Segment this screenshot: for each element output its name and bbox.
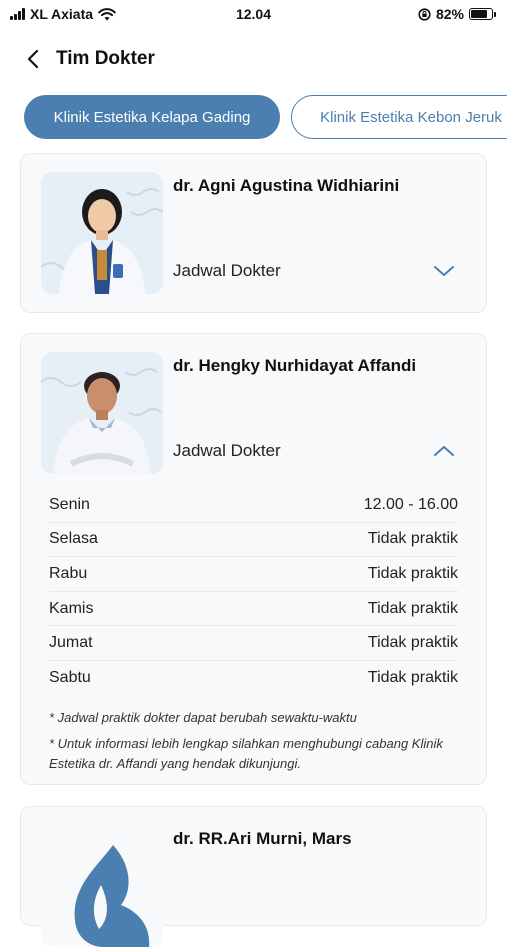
clinic-tabs: Klinik Estetika Kelapa Gading Klinik Est… <box>0 95 507 141</box>
schedule-time: 12.00 - 16.00 <box>363 495 458 513</box>
battery-fill <box>471 10 488 18</box>
schedule-label: Jadwal Dokter <box>173 261 281 280</box>
battery-icon <box>469 8 496 20</box>
schedule-time: Tidak praktik <box>367 669 458 687</box>
doctor-photo <box>41 352 163 474</box>
schedule-row: Sabtu Tidak praktik <box>49 661 458 696</box>
schedule-toggle[interactable]: Jadwal Dokter <box>173 256 466 286</box>
schedule-row: Jumat Tidak praktik <box>49 626 458 661</box>
wifi-icon <box>98 7 116 20</box>
schedule-row: Selasa Tidak praktik <box>49 523 458 558</box>
schedule-time: Tidak praktik <box>367 634 458 652</box>
signal-icon <box>10 8 25 20</box>
doctor-photo <box>41 172 163 294</box>
schedule-row: Kamis Tidak praktik <box>49 592 458 627</box>
schedule-time: Tidak praktik <box>367 599 458 617</box>
doctor-card: dr. Hengky Nurhidayat Affandi Jadwal Dok… <box>20 333 487 785</box>
clinic-logo-icon <box>74 845 150 947</box>
doctor-card: dr. RR.Ari Murni, Mars <box>20 806 487 947</box>
schedule-time: Tidak praktik <box>367 564 458 582</box>
doctor-photo-placeholder <box>41 825 163 947</box>
schedule-table: Senin 12.00 - 16.00 Selasa Tidak praktik… <box>49 488 458 696</box>
schedule-day: Jumat <box>49 634 93 652</box>
back-button[interactable] <box>18 44 48 74</box>
nav-header: Tim Dokter <box>0 40 507 78</box>
tab-kebon-jeruk[interactable]: Klinik Estetika Kebon Jeruk <box>291 95 507 139</box>
doctor-name: dr. Agni Agustina Widhiarini <box>173 176 400 195</box>
battery-percent: 82% <box>435 6 464 22</box>
page-title: Tim Dokter <box>56 48 155 69</box>
schedule-toggle[interactable]: Jadwal Dokter <box>173 436 466 466</box>
doctor-card: dr. Agni Agustina Widhiarini Jadwal Dokt… <box>20 153 487 313</box>
schedule-time: Tidak praktik <box>367 530 458 548</box>
schedule-day: Selasa <box>49 530 98 548</box>
tab-kelapa-gading[interactable]: Klinik Estetika Kelapa Gading <box>24 95 280 139</box>
chevron-down-icon <box>432 263 456 279</box>
orientation-lock-icon <box>418 7 431 21</box>
status-bar-left: XL Axiata <box>10 6 116 22</box>
status-bar: XL Axiata 12.04 82% <box>0 0 507 28</box>
carrier-name: XL Axiata <box>30 6 94 22</box>
doctor-name: dr. Hengky Nurhidayat Affandi <box>173 356 417 375</box>
chevron-up-icon <box>432 443 456 459</box>
status-bar-right: 82% <box>418 6 496 22</box>
schedule-day: Sabtu <box>49 669 91 687</box>
schedule-note: * Untuk informasi lebih lengkap silahkan… <box>49 736 443 771</box>
schedule-row: Rabu Tidak praktik <box>49 557 458 592</box>
schedule-day: Kamis <box>49 599 94 617</box>
schedule-day: Rabu <box>49 564 88 582</box>
doctor-name: dr. RR.Ari Murni, Mars <box>173 829 352 848</box>
schedule-note: * Jadwal praktik dokter dapat berubah se… <box>49 710 357 725</box>
schedule-notes: * Jadwal praktik dokter dapat berubah se… <box>49 708 462 780</box>
schedule-row: Senin 12.00 - 16.00 <box>49 488 458 523</box>
schedule-label: Jadwal Dokter <box>173 441 281 460</box>
schedule-day: Senin <box>49 495 90 513</box>
chevron-left-icon <box>27 49 39 69</box>
